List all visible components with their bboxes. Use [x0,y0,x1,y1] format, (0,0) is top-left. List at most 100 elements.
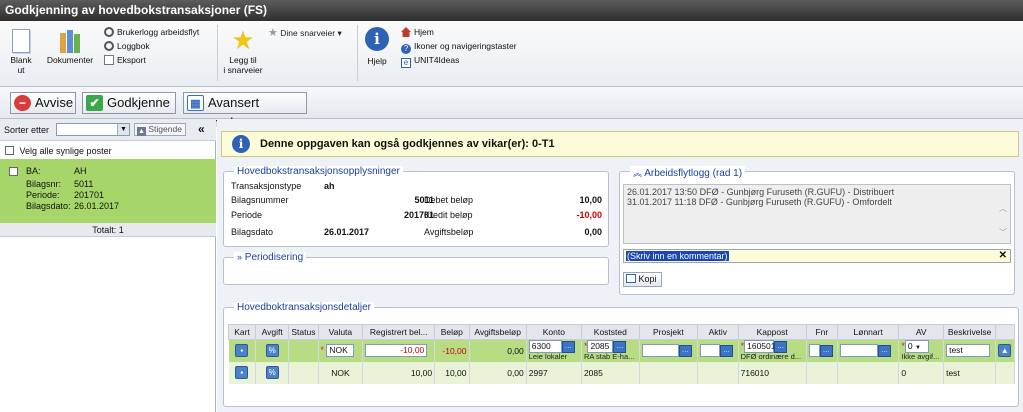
map-icon[interactable]: ▪ [235,344,249,358]
star-add-icon: ★ [231,25,255,55]
lookup-icon[interactable]: … [720,344,733,357]
lookup-icon[interactable]: … [774,340,788,353]
documents-button[interactable]: Dokumenter [44,29,96,65]
ascending-toggle[interactable]: ▲ Stigende [134,123,186,136]
table-row[interactable]: ▪ % NOK 10,00 10,00 0,00 2997 2085 71601… [228,361,1015,384]
chevrons-up-icon[interactable]: ︽ [633,168,642,178]
fnr-cell [806,361,838,384]
info-icon: i [232,135,250,153]
table-row[interactable]: ▪ % * NOK -10,00 -10,00 0,00 6300… Leie l… [228,339,1015,362]
chevron-down-icon: ▾ [337,28,342,38]
userlog-workflow-button[interactable]: Brukerlogg arbeidsflyt [104,27,199,38]
description-field[interactable]: test [946,344,991,358]
scroll-up-icon[interactable]: ▲ [998,344,1012,358]
star-icon: ★ [268,27,278,39]
column-header[interactable]: Beskrivelse [943,324,997,340]
column-header[interactable]: Lønnart [836,324,900,340]
chevrons-down-icon: » [237,252,243,262]
column-header[interactable]: Status [288,324,319,340]
details-title: Hovedboktransaksjonsdetaljer [234,302,374,313]
cost-center-cell: 2085 [581,361,640,384]
reject-button[interactable]: − Avvise [10,92,76,114]
project-field[interactable] [641,344,679,358]
help-button[interactable]: i Hjelp [362,27,392,66]
kappost-desc: DFØ ordinære d... [740,352,802,362]
lookup-icon[interactable]: … [877,344,891,357]
lookup-icon[interactable]: … [561,340,575,353]
type-value: ah [324,181,335,191]
task-checkbox[interactable] [9,167,18,176]
approve-button[interactable]: ✔ Godkjenne [82,92,176,114]
your-shortcuts-dropdown[interactable]: ★ Dine snarveier ▾ [268,28,342,39]
blank-page-icon [12,29,30,53]
reject-icon: − [14,95,31,111]
wage-type-field[interactable] [839,344,878,358]
asset-cell [697,361,739,384]
workflow-title: ︽ Arbeidsflytlogg (rad 1) [630,166,746,179]
currency-field[interactable]: NOK [326,344,355,358]
voucher-value: 5011 [74,179,94,189]
fee-value: 0,00 [584,227,602,237]
lookup-icon[interactable]: … [613,340,627,353]
percent-icon[interactable]: % [265,366,279,379]
documents-label: Dokumenter [46,55,94,65]
scroll-up-icon[interactable]: ︿ [999,203,1007,214]
column-header[interactable]: Avgiftsbeløp [468,324,527,340]
checkmark-icon: ✔ [86,95,103,111]
advanced-mode-button[interactable]: ▦Avansert modus [183,92,307,130]
column-header[interactable]: Aktiv [697,324,739,340]
column-header[interactable]: Kappost [737,324,807,340]
date-label: Bilagsdato [231,227,274,237]
fnr-field[interactable] [808,344,820,358]
scroll-down-icon[interactable]: ﹀ [999,227,1007,238]
percent-icon[interactable]: % [265,344,279,358]
logbook-button[interactable]: Loggbok [104,41,150,52]
sort-select[interactable]: ▼ [56,123,130,136]
column-header[interactable]: Valuta [317,324,364,340]
column-header[interactable]: Beløp [434,324,470,340]
blank-out-button[interactable]: Blank ut [4,29,38,75]
export-button[interactable]: Eksport [104,55,146,66]
period-label: Periode [231,210,263,220]
log-entry: 31.01.2017 11:18 DFØ - Gunbjørg Furuseth… [627,197,892,207]
registered-amount-field[interactable]: -10,00 [365,344,428,358]
icons-navigation-link[interactable]: ? Ikoner og navigeringstaster [401,41,517,54]
kappost-cell: 716010 [738,361,807,384]
map-icon[interactable]: ▪ [235,366,249,379]
unit4ideas-link[interactable]: e UNIT4Ideas [401,55,459,68]
type-label: Transaksjonstype [231,181,302,191]
date-value: 26.01.2017 [74,201,120,211]
lookup-icon[interactable]: … [678,344,692,357]
credit-value: -10,00 [576,210,602,220]
column-header[interactable]: AV [898,324,945,340]
task-list-item[interactable]: BA: AH Bilagsnr: 5011 Periode: 201701 Bi… [0,159,216,223]
wage-type-cell [837,361,900,384]
fee-label: Avgiftsbeløp [424,227,474,237]
comment-input[interactable]: (Skriv inn en kommentar) ✕ [623,249,1011,263]
asset-field[interactable] [700,344,720,358]
required-star: * [320,345,325,355]
column-header[interactable]: Fnr [805,324,838,340]
column-header[interactable]: Koststed [580,324,640,340]
column-header[interactable]: Prosjekt [638,324,699,340]
workflow-log-panel: ︽ Arbeidsflytlogg (rad 1) 26.01.2017 13:… [619,166,1015,295]
av-cell: 0 [898,361,945,384]
home-link[interactable]: Hjem [401,27,434,38]
home-icon [401,27,411,37]
close-icon[interactable]: ✕ [999,250,1007,261]
column-header[interactable]: Avgift [255,324,290,340]
copy-icon [626,274,636,283]
collapse-pane-icon[interactable]: « [198,122,205,136]
add-to-shortcuts-button[interactable]: ★ Legg til i snarveier [218,27,268,75]
column-header[interactable]: Konto [525,324,582,340]
select-all-checkbox[interactable] [5,146,14,155]
currency-cell: NOK [318,361,364,384]
fee-amount-cell: 0,00 [469,361,527,384]
column-header[interactable]: Kart [227,324,257,340]
copy-button[interactable]: Kopi [623,272,662,287]
lookup-icon[interactable]: … [819,344,833,357]
details-table: Kart Avgift Status Valuta Registrert bel… [227,324,1015,384]
column-header[interactable]: Registrert bel... [362,324,436,340]
periodisering-panel[interactable]: » Periodisering [223,252,609,285]
select-all-row[interactable]: Velg alle synlige poster [5,146,112,156]
